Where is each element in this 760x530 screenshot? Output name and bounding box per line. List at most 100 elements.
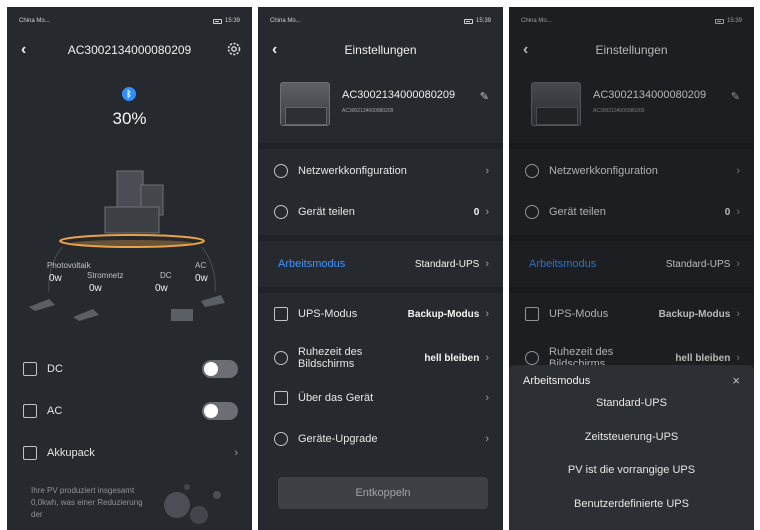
ups-mode-row[interactable]: UPS-Modus Backup-Modus › xyxy=(274,300,489,328)
screen-timeout-label: Ruhezeit des Bildschirms xyxy=(298,346,363,370)
device-thumbnail xyxy=(280,82,330,126)
clock: 15:39 xyxy=(475,18,491,24)
carrier-label: China Mo... xyxy=(270,18,301,24)
network-config-label: Netzwerkkonfiguration xyxy=(298,165,407,177)
device-serial: AC3002134000080209 xyxy=(593,108,645,114)
close-icon[interactable]: × xyxy=(732,373,740,388)
clock: 15:39 xyxy=(224,18,240,24)
carrier-label: China Mo... xyxy=(521,18,552,24)
device-thumbnail xyxy=(531,82,581,126)
network-config-label: Netzwerkkonfiguration xyxy=(549,165,658,177)
screen-timeout-value: hell bleiben xyxy=(424,352,480,364)
share-count: 0 xyxy=(473,206,480,218)
ups-mode-label: UPS-Modus xyxy=(549,308,609,320)
option-standard-ups[interactable]: Standard-UPS xyxy=(509,391,754,415)
work-mode-label: Arbeitsmodus xyxy=(529,258,597,270)
ups-mode-label: UPS-Modus xyxy=(298,308,358,320)
ac-value: 0w xyxy=(195,273,208,284)
chevron-right-icon: › xyxy=(736,165,740,177)
timer-icon xyxy=(274,351,288,365)
option-pv-priority-ups[interactable]: PV ist die vorrangige UPS xyxy=(509,458,754,482)
divider xyxy=(258,143,503,149)
chevron-right-icon: › xyxy=(485,352,489,364)
bubbles-decoration xyxy=(164,484,221,524)
about-device-row[interactable]: Über das Gerät › xyxy=(274,384,489,412)
option-custom-ups[interactable]: Benutzerdefinierte UPS xyxy=(509,492,754,516)
pv-label: Photovoltaik xyxy=(47,261,91,270)
settings-screen: China Mo... 15:39 ‹ Einstellungen AC3002… xyxy=(258,7,503,530)
document-icon xyxy=(274,391,288,405)
sheet-title: Arbeitsmodus xyxy=(523,375,591,387)
share-device-row[interactable]: Gerät teilen 0 › xyxy=(274,198,489,226)
work-mode-row[interactable]: Arbeitsmodus Standard-UPS › xyxy=(278,250,489,278)
page-title: AC3002134000080209 xyxy=(67,43,192,57)
wifi-icon xyxy=(274,164,288,178)
work-mode-label: Arbeitsmodus xyxy=(278,258,346,270)
ups-mode-value: Backup-Modus xyxy=(407,308,480,320)
chevron-right-icon: › xyxy=(736,206,740,218)
device-name: AC3002134000080209 xyxy=(593,89,707,101)
battery-icon xyxy=(714,18,724,24)
divider xyxy=(509,235,754,241)
firmware-upgrade-label: Geräte-Upgrade xyxy=(298,433,378,445)
dc-label: DC xyxy=(160,271,172,280)
screen-timeout-value: hell bleiben xyxy=(675,352,731,364)
battery-pack-icon xyxy=(23,446,37,460)
user-share-icon xyxy=(525,205,539,219)
ac-toggle[interactable] xyxy=(202,402,238,420)
ac-output-row: AC xyxy=(23,397,238,425)
unpair-button[interactable]: Entkoppeln xyxy=(278,477,488,509)
akkupack-label: Akkupack xyxy=(47,447,95,459)
ups-mode-value: Backup-Modus xyxy=(658,308,731,320)
chevron-right-icon: › xyxy=(485,165,489,177)
battery-icon xyxy=(212,18,222,24)
chevron-right-icon: › xyxy=(485,308,489,320)
upgrade-icon xyxy=(274,432,288,446)
akkupack-row[interactable]: Akkupack › xyxy=(23,439,238,467)
firmware-upgrade-row[interactable]: Geräte-Upgrade › xyxy=(274,425,489,453)
gear-icon[interactable] xyxy=(226,41,242,57)
network-config-row[interactable]: Netzwerkkonfiguration › xyxy=(274,157,489,185)
divider xyxy=(509,287,754,293)
work-mode-value: Standard-UPS xyxy=(414,258,480,270)
screen-timeout-row[interactable]: Ruhezeit des Bildschirms hell bleiben › xyxy=(274,341,489,375)
device-serial: AC3002134000080209 xyxy=(342,108,394,114)
page-title: Einstellungen xyxy=(595,43,668,57)
work-mode-row[interactable]: Arbeitsmodus Standard-UPS › xyxy=(529,250,740,278)
user-share-icon xyxy=(274,205,288,219)
dc-port-icon xyxy=(23,362,37,376)
flow-devices-icons xyxy=(29,295,225,321)
ac-label: AC xyxy=(195,261,207,270)
clock: 15:39 xyxy=(726,18,742,24)
dc-toggle[interactable] xyxy=(202,360,238,378)
dc-output-row: DC xyxy=(23,355,238,383)
chevron-right-icon: › xyxy=(485,433,489,445)
work-mode-sheet: Arbeitsmodus × Standard-UPS Zeitsteuerun… xyxy=(509,365,754,530)
chevron-right-icon: › xyxy=(485,392,489,404)
battery-icon xyxy=(463,18,473,24)
status-bar: China Mo... 15:39 xyxy=(19,16,240,26)
about-device-label: Über das Gerät xyxy=(298,392,374,404)
settings-screen-work-mode-sheet: China Mo... 15:39 ‹ Einstellungen AC3002… xyxy=(509,7,754,530)
dc-row-label: DC xyxy=(47,363,63,375)
chevron-right-icon: › xyxy=(736,258,740,270)
wifi-icon xyxy=(525,164,539,178)
divider xyxy=(509,143,754,149)
option-scheduled-ups[interactable]: Zeitsteuerung-UPS xyxy=(509,425,754,449)
carrier-label: China Mo... xyxy=(19,18,50,24)
edit-icon[interactable]: ✎ xyxy=(731,90,740,103)
share-count: 0 xyxy=(724,206,731,218)
timer-icon xyxy=(525,351,539,365)
edit-icon[interactable]: ✎ xyxy=(480,90,489,103)
chevron-right-icon: › xyxy=(736,352,740,364)
share-device-row[interactable]: Gerät teilen 0 › xyxy=(525,198,740,226)
share-device-label: Gerät teilen xyxy=(549,206,606,218)
ups-icon xyxy=(274,307,288,321)
network-config-row[interactable]: Netzwerkkonfiguration › xyxy=(525,157,740,185)
status-bar: China Mo... 15:39 xyxy=(521,16,742,26)
ac-port-icon xyxy=(23,404,37,418)
divider xyxy=(258,235,503,241)
ups-mode-row[interactable]: UPS-Modus Backup-Modus › xyxy=(525,300,740,328)
device-name: AC3002134000080209 xyxy=(342,89,456,101)
share-device-label: Gerät teilen xyxy=(298,206,355,218)
